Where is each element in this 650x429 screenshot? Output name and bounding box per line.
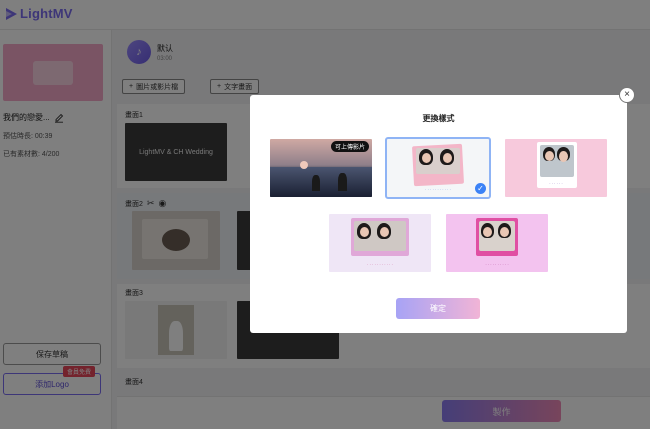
upload-video-badge: 可上傳影片 bbox=[330, 141, 369, 152]
style-option-5[interactable]: · · · · · · · · · · bbox=[446, 214, 548, 272]
style-option-1[interactable]: 可上傳影片 bbox=[270, 139, 372, 197]
style-option-3[interactable]: · · · · · · bbox=[505, 139, 607, 197]
close-icon[interactable]: × bbox=[619, 87, 635, 103]
style-option-2[interactable]: · · · · · · · · · · · ✓ bbox=[385, 137, 491, 199]
confirm-button[interactable]: 確定 bbox=[396, 298, 480, 319]
change-style-modal: 更換樣式 可上傳影片 · · · · · · · · · · · ✓ · · ·… bbox=[250, 95, 627, 333]
check-icon: ✓ bbox=[475, 183, 486, 194]
modal-title: 更換樣式 bbox=[422, 114, 455, 123]
style-option-4[interactable]: · · · · · · · · · · · bbox=[329, 214, 431, 272]
